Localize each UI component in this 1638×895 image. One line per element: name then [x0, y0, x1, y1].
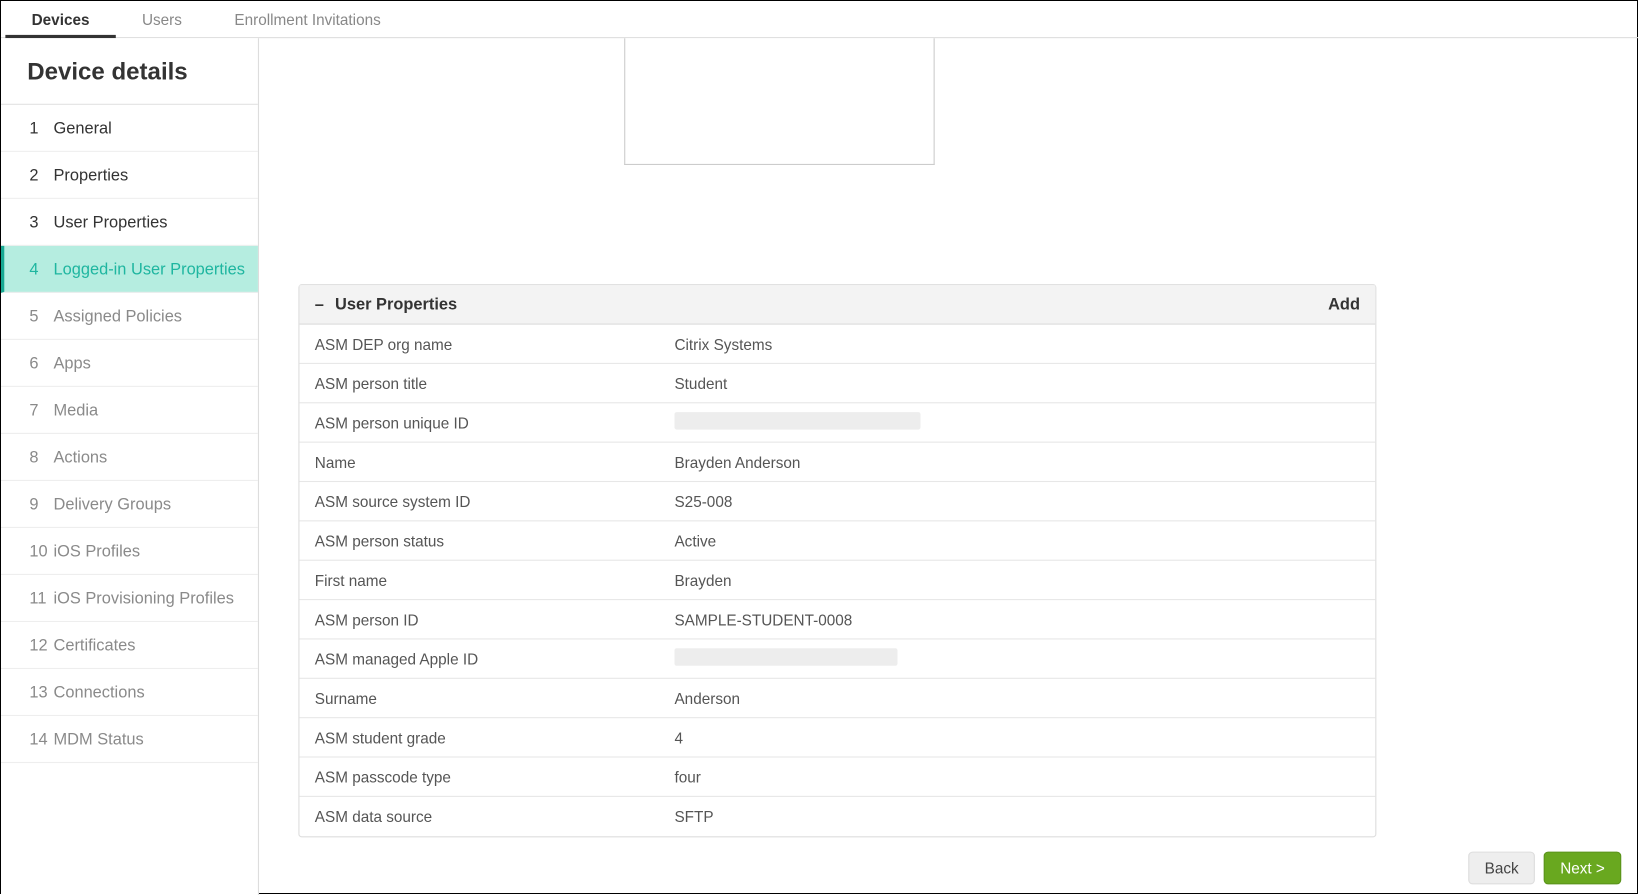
sidebar-item-ios-profiles[interactable]: 10iOS Profiles: [1, 528, 258, 575]
property-row: ASM passcode typefour: [299, 758, 1375, 797]
sidebar-item-actions[interactable]: 8Actions: [1, 434, 258, 481]
property-row: ASM data sourceSFTP: [299, 797, 1375, 836]
sidebar-item-number: 5: [29, 307, 53, 326]
sidebar-item-connections[interactable]: 13Connections: [1, 669, 258, 716]
sidebar-item-label: Delivery Groups: [53, 495, 171, 514]
tab-devices[interactable]: Devices: [5, 0, 115, 37]
next-button[interactable]: Next >: [1544, 852, 1621, 885]
panel-title: User Properties: [335, 295, 457, 314]
sidebar-item-general[interactable]: 1General: [1, 105, 258, 152]
property-key: ASM DEP org name: [299, 326, 659, 361]
property-value: SFTP: [659, 799, 1375, 834]
sidebar-item-user-properties[interactable]: 3User Properties: [1, 199, 258, 246]
add-link[interactable]: Add: [1328, 295, 1360, 314]
property-row: NameBrayden Anderson: [299, 443, 1375, 482]
property-key: Surname: [299, 680, 659, 715]
sidebar-item-logged-in-user-properties[interactable]: 4Logged-in User Properties: [1, 246, 258, 293]
tab-enrollment-invitations[interactable]: Enrollment Invitations: [208, 0, 407, 37]
sidebar-item-number: 9: [29, 495, 53, 514]
sidebar-item-label: iOS Profiles: [53, 542, 140, 561]
sidebar-item-mdm-status[interactable]: 14MDM Status: [1, 716, 258, 763]
sidebar-item-label: General: [53, 119, 111, 138]
redacted-value: [674, 648, 897, 665]
sidebar-item-ios-provisioning-profiles[interactable]: 11iOS Provisioning Profiles: [1, 575, 258, 622]
sidebar-item-properties[interactable]: 2Properties: [1, 152, 258, 199]
sidebar-item-number: 6: [29, 354, 53, 373]
sidebar-item-number: 3: [29, 213, 53, 232]
property-key: ASM source system ID: [299, 484, 659, 519]
property-key: ASM person unique ID: [299, 405, 659, 440]
page-title: Device details: [1, 38, 258, 105]
sidebar-item-assigned-policies[interactable]: 5Assigned Policies: [1, 293, 258, 340]
footer-buttons: Back Next >: [1468, 852, 1621, 885]
sidebar-item-number: 12: [29, 636, 53, 655]
property-row: ASM person IDSAMPLE-STUDENT-0008: [299, 600, 1375, 639]
sidebar-item-label: MDM Status: [53, 730, 143, 749]
property-value: SAMPLE-STUDENT-0008: [659, 602, 1375, 637]
property-row: ASM person statusActive: [299, 521, 1375, 560]
sidebar-item-label: Actions: [53, 448, 107, 467]
tab-users[interactable]: Users: [116, 0, 208, 37]
sidebar-item-number: 2: [29, 166, 53, 185]
property-key: ASM passcode type: [299, 759, 659, 794]
property-row: ASM managed Apple ID: [299, 639, 1375, 678]
sidebar-item-label: Properties: [53, 166, 128, 185]
property-key: First name: [299, 562, 659, 597]
property-row: SurnameAnderson: [299, 679, 1375, 718]
sidebar-item-number: 11: [29, 589, 53, 608]
property-row: ASM person titleStudent: [299, 364, 1375, 403]
property-key: ASM person ID: [299, 602, 659, 637]
panel-header[interactable]: – User Properties Add: [299, 285, 1375, 324]
sidebar-item-number: 8: [29, 448, 53, 467]
property-value: Brayden Anderson: [659, 444, 1375, 479]
preview-box: [624, 38, 934, 165]
sidebar-item-number: 14: [29, 730, 53, 749]
main-content: – User Properties Add ASM DEP org nameCi…: [259, 38, 1638, 895]
sidebar-item-apps[interactable]: 6Apps: [1, 340, 258, 387]
property-key: ASM student grade: [299, 720, 659, 755]
sidebar-item-label: Media: [53, 401, 98, 420]
back-button[interactable]: Back: [1468, 852, 1535, 885]
sidebar-item-certificates[interactable]: 12Certificates: [1, 622, 258, 669]
sidebar-item-label: Apps: [53, 354, 90, 373]
sidebar-item-number: 7: [29, 401, 53, 420]
property-key: ASM person title: [299, 366, 659, 401]
property-row: ASM person unique ID: [299, 403, 1375, 442]
sidebar-item-label: User Properties: [53, 213, 167, 232]
property-value: [659, 639, 1375, 677]
sidebar-item-number: 1: [29, 119, 53, 138]
property-value: 4: [659, 720, 1375, 755]
property-value: four: [659, 759, 1375, 794]
property-key: ASM managed Apple ID: [299, 641, 659, 676]
property-value: Anderson: [659, 680, 1375, 715]
sidebar-item-label: Logged-in User Properties: [53, 260, 244, 279]
property-row: ASM DEP org nameCitrix Systems: [299, 325, 1375, 364]
property-value: Brayden: [659, 562, 1375, 597]
top-tabs: Devices Users Enrollment Invitations: [1, 1, 1638, 38]
property-row: ASM source system IDS25-008: [299, 482, 1375, 521]
property-key: Name: [299, 444, 659, 479]
property-value: S25-008: [659, 484, 1375, 519]
property-value: Student: [659, 366, 1375, 401]
property-row: First nameBrayden: [299, 561, 1375, 600]
sidebar-item-label: Assigned Policies: [53, 307, 182, 326]
property-value: Active: [659, 523, 1375, 558]
property-value: Citrix Systems: [659, 326, 1375, 361]
property-value: [659, 403, 1375, 441]
sidebar: Device details 1General2Properties3User …: [1, 38, 259, 895]
property-key: ASM data source: [299, 799, 659, 834]
collapse-icon[interactable]: –: [315, 295, 324, 314]
sidebar-item-number: 10: [29, 542, 53, 561]
redacted-value: [674, 412, 920, 429]
sidebar-item-number: 13: [29, 683, 53, 702]
sidebar-item-label: iOS Provisioning Profiles: [53, 589, 233, 608]
property-row: ASM student grade4: [299, 718, 1375, 757]
sidebar-item-media[interactable]: 7Media: [1, 387, 258, 434]
sidebar-item-delivery-groups[interactable]: 9Delivery Groups: [1, 481, 258, 528]
sidebar-item-label: Certificates: [53, 636, 135, 655]
sidebar-item-label: Connections: [53, 683, 144, 702]
property-key: ASM person status: [299, 523, 659, 558]
sidebar-item-number: 4: [29, 260, 53, 279]
user-properties-panel: – User Properties Add ASM DEP org nameCi…: [298, 284, 1376, 837]
